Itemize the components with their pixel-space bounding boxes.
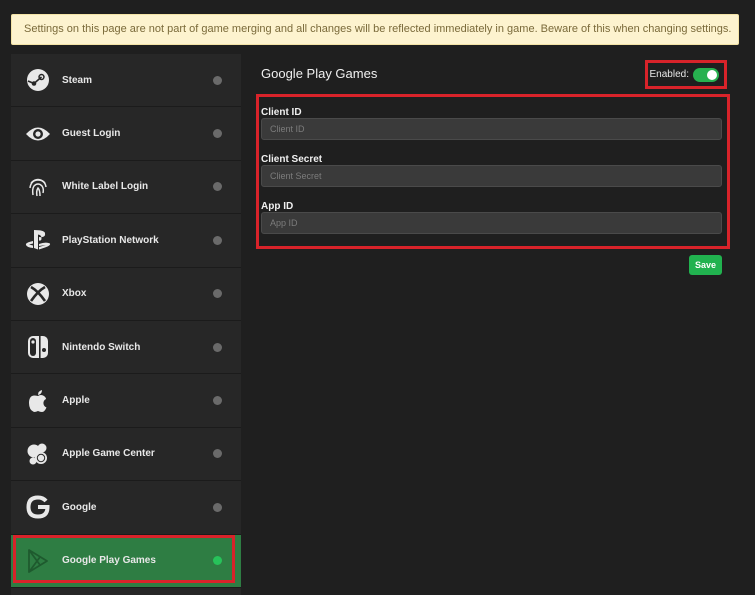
app-id-label: App ID [261,201,294,212]
warning-banner: Settings on this page are not part of ga… [11,14,739,45]
app-id-input[interactable] [261,212,722,234]
google-play-icon [25,548,51,574]
apple-icon [25,388,51,414]
save-button[interactable]: Save [689,255,722,275]
fingerprint-icon [25,174,51,200]
client-secret-input[interactable] [261,165,722,187]
sidebar-item-label: Xbox [62,288,87,300]
client-id-label: Client ID [261,107,302,118]
toggle-knob [707,69,717,80]
sidebar-item-steam[interactable]: Steam [11,54,241,108]
sidebar-item-playstation-network[interactable]: PlayStation Network [11,214,241,268]
enabled-toggle[interactable] [693,67,719,82]
status-dot [213,129,222,139]
sidebar-item-nintendo-switch[interactable]: Nintendo Switch [11,321,241,375]
status-dot [213,289,222,299]
status-dot [213,556,222,566]
sidebar-item-label: Nintendo Switch [62,341,141,353]
status-dot [213,342,222,352]
sidebar-item-label: PlayStation Network [62,234,159,246]
status-dot [213,396,222,406]
nintendo-switch-icon [25,334,51,360]
sidebar-item-label: Steam [62,74,93,86]
sidebar-item-white-label-login[interactable]: White Label Login [11,161,241,215]
sidebar-item-label: Google Play Games [62,555,156,567]
client-id-input[interactable] [261,118,722,140]
enabled-label: Enabled: [649,69,689,80]
eye-icon [25,121,51,147]
playstation-icon [25,227,51,253]
game-center-icon [25,441,51,467]
sidebar-item-apple-game-center[interactable]: Apple Game Center [11,428,241,482]
status-dot [213,182,222,192]
status-dot [213,502,222,512]
sidebar-item-label: Guest Login [62,128,121,140]
sidebar-item-label: Apple Game Center [62,448,155,460]
sidebar-item-google-play-games[interactable]: Google Play Games [11,534,241,588]
provider-sidebar: Steam Guest Login White Label Login Play… [11,54,241,595]
xbox-icon [25,281,51,307]
sidebar-item-guest-login[interactable]: Guest Login [11,107,241,161]
status-dot [213,235,222,245]
client-secret-label: Client Secret [261,154,323,165]
sidebar-item-apple[interactable]: Apple [11,374,241,428]
page-title: Google Play Games [261,66,378,81]
sidebar-item-label: Google [62,501,97,513]
sidebar-item-label: White Label Login [62,181,149,193]
sidebar-item-google[interactable]: Google [11,481,241,535]
google-icon [25,494,51,520]
status-dot [213,75,222,85]
status-dot [213,449,222,459]
sidebar-item-xbox[interactable]: Xbox [11,268,241,321]
enabled-toggle-container: Enabled: [645,60,727,89]
steam-icon [25,67,51,93]
sidebar-item-label: Apple [62,395,90,407]
